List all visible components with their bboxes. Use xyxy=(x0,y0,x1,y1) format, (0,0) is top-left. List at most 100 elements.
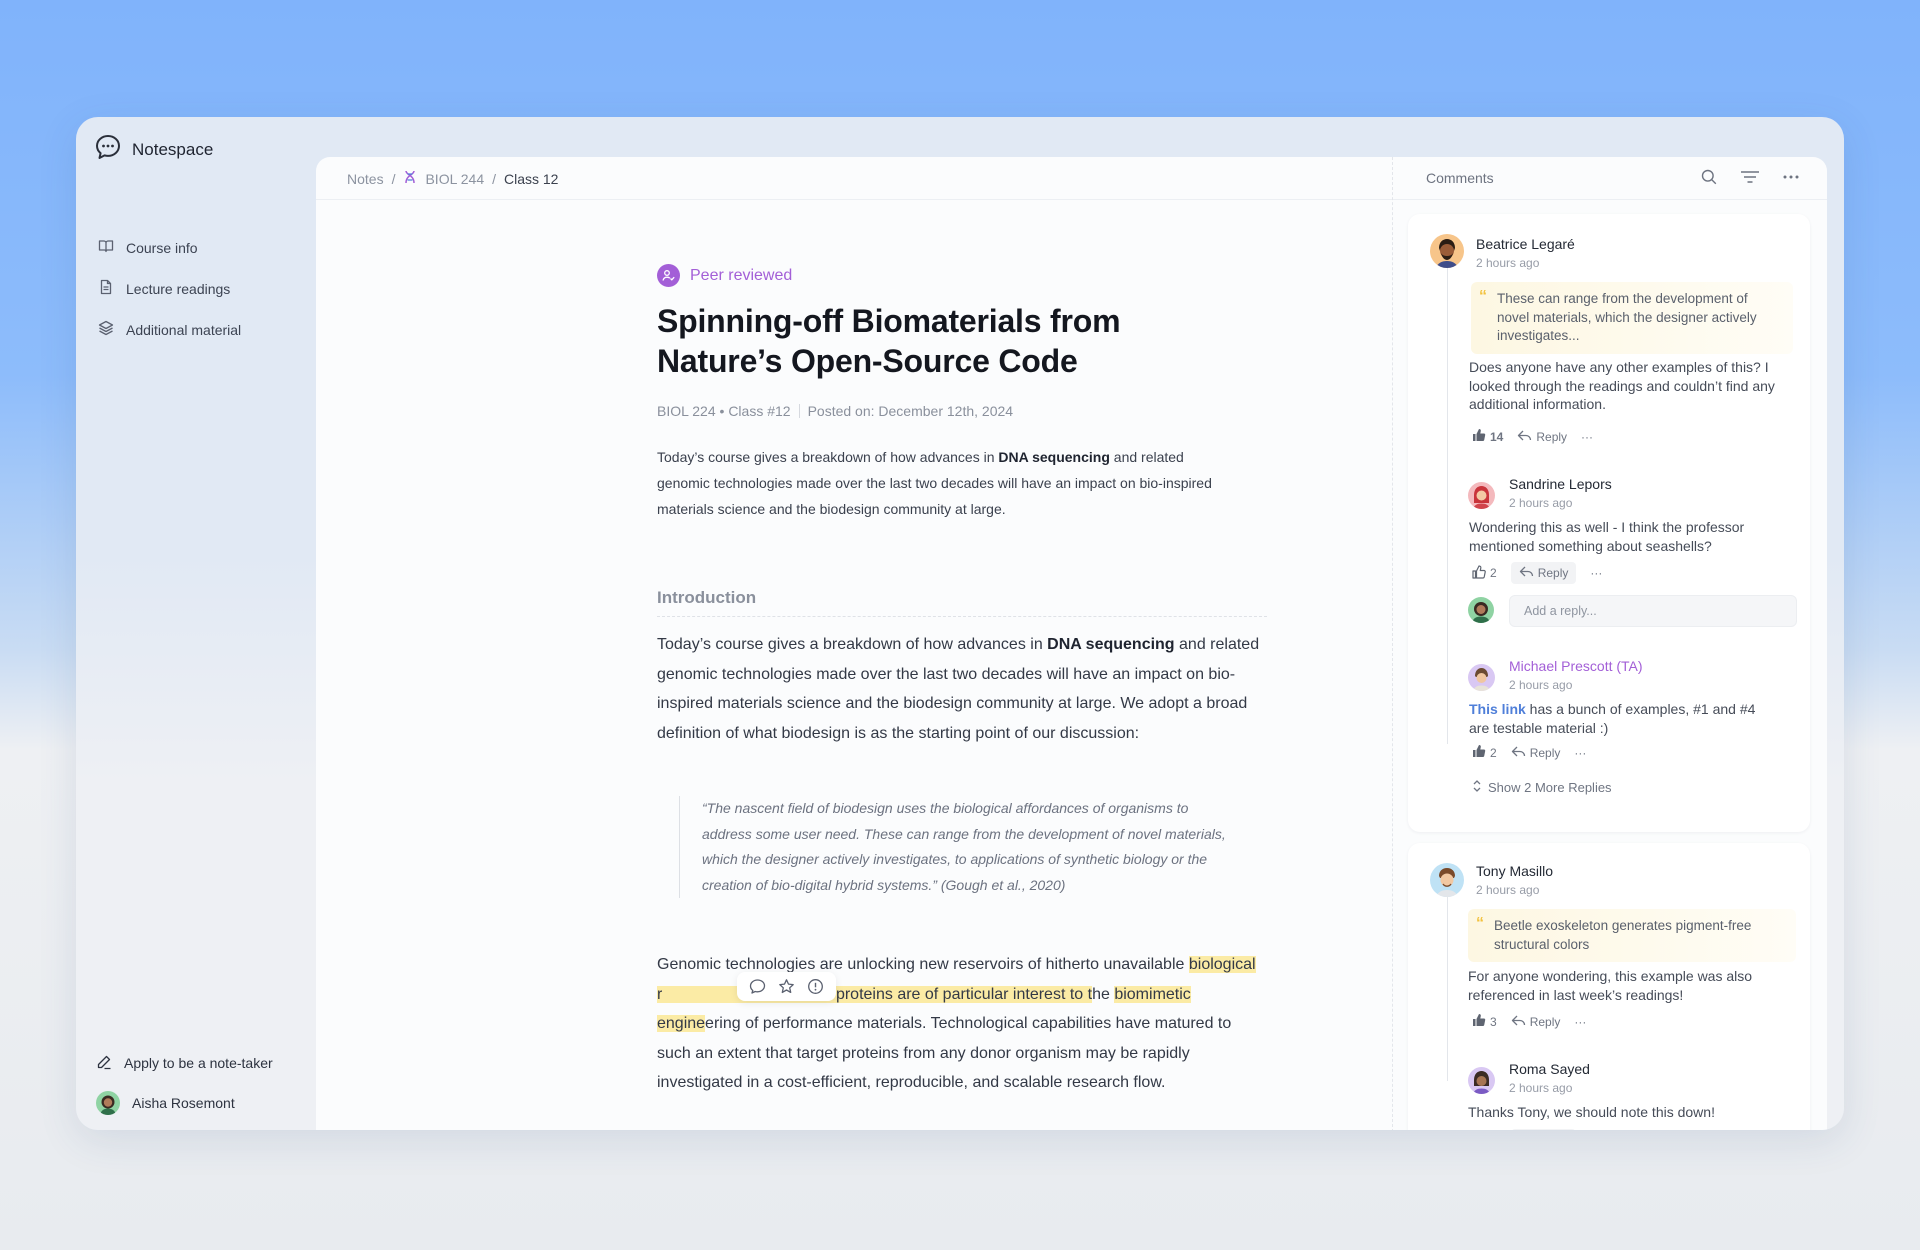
peer-reviewed-badge: Peer reviewed xyxy=(657,264,1267,287)
quote-text: These can range from the development of … xyxy=(1497,291,1757,343)
star-icon[interactable] xyxy=(778,978,795,995)
comment-timestamp: 2 hours ago xyxy=(1476,256,1540,270)
sidebar-footer: Apply to be a note-taker Aisha Rosemont xyxy=(96,1043,273,1123)
more-options-button[interactable]: ··· xyxy=(1590,566,1602,580)
document-icon xyxy=(98,279,114,298)
comment-author[interactable]: Tony Masillo xyxy=(1476,863,1553,879)
alert-circle-icon[interactable] xyxy=(807,978,824,995)
reply-button[interactable]: Reply xyxy=(1511,745,1560,761)
sidebar-item-additional-material[interactable]: Additional material xyxy=(98,309,241,350)
text-run: Today’s course gives a breakdown of how … xyxy=(657,636,1048,653)
avatar xyxy=(1468,482,1495,509)
app-window: Notespace Course info Lecture readings A… xyxy=(76,117,1844,1130)
search-icon[interactable] xyxy=(1700,168,1718,186)
comment-thread: Beatrice Legaré 2 hours ago “ These can … xyxy=(1408,214,1810,832)
comment-author-ta[interactable]: Michael Prescott (TA) xyxy=(1509,658,1643,674)
comment-timestamp: 2 hours ago xyxy=(1509,678,1573,692)
reply-button[interactable]: Reply xyxy=(1511,1014,1561,1030)
reply-button[interactable]: Reply xyxy=(1510,1129,1577,1130)
meta-course: BIOL 224 • Class #12 xyxy=(657,403,791,419)
brand[interactable]: Notespace xyxy=(94,133,213,166)
breadcrumb-course[interactable]: BIOL 244 xyxy=(425,171,484,187)
section-heading-introduction: Introduction xyxy=(657,588,1267,617)
chevron-up-down-icon xyxy=(1472,779,1482,796)
comment-icon[interactable] xyxy=(749,978,766,995)
filter-icon[interactable] xyxy=(1740,168,1760,186)
breadcrumb-current: Class 12 xyxy=(504,170,559,187)
comment-actions: 3 Reply ··· xyxy=(1472,1013,1586,1030)
comment-actions: 2 Reply ··· xyxy=(1472,562,1602,584)
highlighted-text[interactable]: nce data of proteins are of particular i… xyxy=(662,985,1093,1003)
apply-label: Apply to be a note-taker xyxy=(124,1055,273,1071)
sidebar-nav: Course info Lecture readings Additional … xyxy=(98,227,241,350)
more-options-button[interactable]: ··· xyxy=(1574,746,1586,760)
reply-button[interactable]: Reply xyxy=(1517,429,1567,445)
comment-actions: 14 Reply ··· xyxy=(1472,428,1593,445)
comment-author[interactable]: Sandrine Lepors xyxy=(1509,476,1612,492)
sidebar-item-label: Additional material xyxy=(126,321,242,338)
reply-icon xyxy=(1511,745,1526,761)
bold-text: DNA sequencing xyxy=(998,449,1110,465)
intro-paragraph: Today’s course gives a breakdown of how … xyxy=(657,630,1267,748)
lead-paragraph: Today’s course gives a breakdown of how … xyxy=(657,444,1217,522)
comment-actions: 2 Reply ··· xyxy=(1472,1129,1602,1130)
citation-quote: “The nascent field of biodesign uses the… xyxy=(679,796,1229,898)
comment-actions: 2 Reply ··· xyxy=(1472,744,1586,761)
show-more-replies-button[interactable]: Show 2 More Replies xyxy=(1472,779,1612,796)
text-run: Today’s course gives a breakdown of how … xyxy=(657,449,999,465)
like-button[interactable]: 3 xyxy=(1472,1013,1497,1030)
reply-label: Reply xyxy=(1537,566,1569,580)
show-more-label: Show 2 More Replies xyxy=(1488,780,1612,795)
sidebar-item-label: Course info xyxy=(126,239,198,256)
more-horizontal-icon[interactable] xyxy=(1782,168,1800,186)
sidebar: Notespace Course info Lecture readings A… xyxy=(76,117,316,1130)
like-button[interactable]: 2 xyxy=(1472,744,1497,761)
comment-timestamp: 2 hours ago xyxy=(1509,496,1573,510)
reply-button[interactable]: Reply xyxy=(1510,562,1577,584)
like-button[interactable]: 2 xyxy=(1472,564,1497,582)
thumbs-up-filled-icon xyxy=(1472,1013,1486,1030)
title-line-2: Nature’s Open-Source Code xyxy=(657,343,1078,379)
like-count: 14 xyxy=(1490,429,1504,444)
apply-note-taker-link[interactable]: Apply to be a note-taker xyxy=(96,1043,273,1083)
like-button[interactable]: 14 xyxy=(1472,428,1503,445)
thumbs-up-filled-icon xyxy=(1472,744,1486,761)
user-name: Aisha Rosemont xyxy=(132,1095,235,1111)
more-options-button[interactable]: ··· xyxy=(1581,430,1593,444)
reply-label: Reply xyxy=(1529,1014,1561,1029)
bold-text: DNA sequencing xyxy=(1047,636,1175,653)
avatar xyxy=(1468,1067,1495,1094)
user-profile[interactable]: Aisha Rosemont xyxy=(96,1083,273,1123)
add-reply-input[interactable]: Add a reply... xyxy=(1509,595,1797,627)
comment-body: Wondering this as well - I think the pro… xyxy=(1469,519,1745,554)
text-run: ering of performance materials. Technolo… xyxy=(657,1015,1232,1091)
comments-header: Comments xyxy=(1426,170,1494,186)
avatar xyxy=(1430,234,1464,268)
comment-timestamp: 2 hours ago xyxy=(1509,1081,1573,1095)
more-options-button[interactable]: ··· xyxy=(1574,1015,1586,1029)
main-content: Notes / BIOL 244 / Class 12 Peer reviewe… xyxy=(316,157,1827,1130)
avatar xyxy=(1468,597,1494,623)
comment-author[interactable]: Roma Sayed xyxy=(1509,1061,1590,1077)
sidebar-item-lecture-readings[interactable]: Lecture readings xyxy=(98,268,241,309)
breadcrumb: Notes / BIOL 244 / Class 12 xyxy=(347,170,558,187)
inline-link[interactable]: This link xyxy=(1469,701,1526,717)
quote-text: Beetle exoskeleton generates pigment-fre… xyxy=(1494,918,1752,952)
breadcrumb-separator: / xyxy=(492,170,496,187)
comment-author[interactable]: Beatrice Legaré xyxy=(1476,236,1575,252)
quote-mark-icon: “ xyxy=(1479,288,1487,305)
badge-label: Peer reviewed xyxy=(690,266,793,284)
reply-label: Reply xyxy=(1536,429,1568,444)
reply-icon xyxy=(1517,429,1532,445)
reply-icon xyxy=(1511,1014,1526,1030)
avatar xyxy=(1468,664,1495,691)
sidebar-item-course-info[interactable]: Course info xyxy=(98,227,241,268)
like-count: 2 xyxy=(1490,566,1497,580)
doc-meta: BIOL 224 • Class #12 Posted on: December… xyxy=(657,403,1267,419)
breadcrumb-separator: / xyxy=(391,170,396,187)
thread-line xyxy=(1447,891,1448,1081)
meta-separator xyxy=(798,404,800,418)
page-title: Spinning-off Biomaterials from Nature’s … xyxy=(657,301,1267,381)
breadcrumb-notes[interactable]: Notes xyxy=(347,171,384,187)
comment-body: Thanks Tony, we should note this down! xyxy=(1468,1104,1715,1120)
